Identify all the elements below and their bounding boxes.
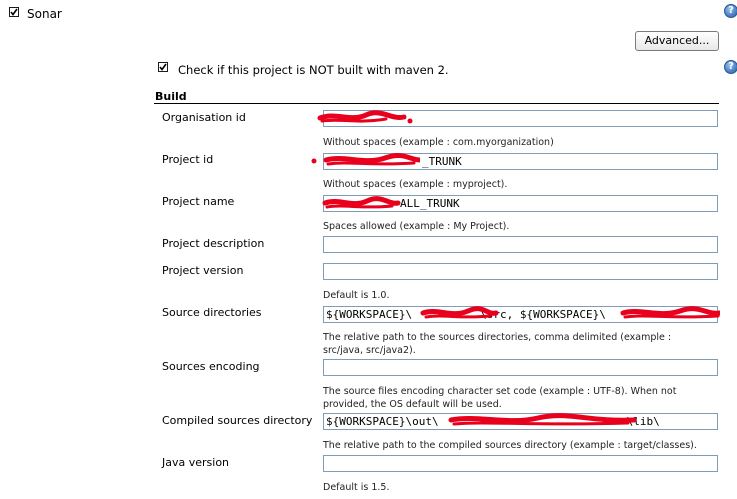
project-name-value: ALL_TRUNK [400,197,460,210]
compiled-sources-directory-input[interactable]: ${WORKSPACE}\out\ \lib\ [323,413,718,430]
section-divider [154,103,719,104]
project-id-hint: Without spaces (example : myproject). [323,179,508,190]
project-name-label: Project name [162,195,235,208]
source-directories-hint: The relative path to the sources directo… [323,332,672,356]
organisation-id-input[interactable] [323,110,718,127]
source-directories-value: ${WORKSPACE}\ [326,308,413,321]
source-directories-label: Source directories [162,306,262,319]
project-version-label: Project version [162,264,244,277]
help-icon[interactable]: ? [724,4,737,18]
organisation-id-hint: Without spaces (example : com.myorganiza… [323,137,554,148]
sonar-label: Sonar [27,7,62,21]
sources-encoding-label: Sources encoding [162,360,260,373]
source-directories-input[interactable]: ${WORKSPACE}\ \src, ${WORKSPACE}\ [323,306,718,323]
source-directories-value-b: \src, ${WORKSPACE}\ [480,308,606,321]
project-name-hint: Spaces allowed (example : My Project). [323,221,510,232]
project-version-hint: Default is 1.0. [323,290,390,301]
advanced-button[interactable]: Advanced... [635,31,719,51]
compiled-sources-directory-hint: The relative path to the compiled source… [323,440,697,451]
project-name-input[interactable]: ALL_TRUNK [323,195,718,212]
compiled-sources-directory-label: Compiled sources directory [162,414,313,427]
organisation-id-label: Organisation id [162,111,246,124]
project-description-label: Project description [162,237,265,250]
help-icon[interactable]: ? [724,60,737,74]
not-maven-label: Check if this project is NOT built with … [178,63,449,77]
sources-encoding-hint: The source files encoding character set … [323,386,677,410]
java-version-hint: Default is 1.5. [323,482,390,493]
compiled-sources-directory-value-b: \lib\ [626,415,660,428]
sources-encoding-input[interactable] [323,359,718,376]
checkmark-icon [159,63,167,71]
not-maven-checkbox[interactable] [158,62,168,72]
checkmark-icon [10,8,18,16]
project-id-value: _TRUNK [422,155,462,168]
java-version-label: Java version [162,456,230,469]
project-id-input[interactable]: _TRUNK [323,153,718,170]
project-id-label: Project id [162,153,214,166]
java-version-input[interactable] [323,455,718,472]
project-version-input[interactable] [323,263,718,280]
project-description-input[interactable] [323,236,718,253]
sonar-checkbox[interactable] [9,7,19,17]
compiled-sources-directory-value: ${WORKSPACE}\out\ [326,415,439,428]
section-title: Build [155,90,187,103]
